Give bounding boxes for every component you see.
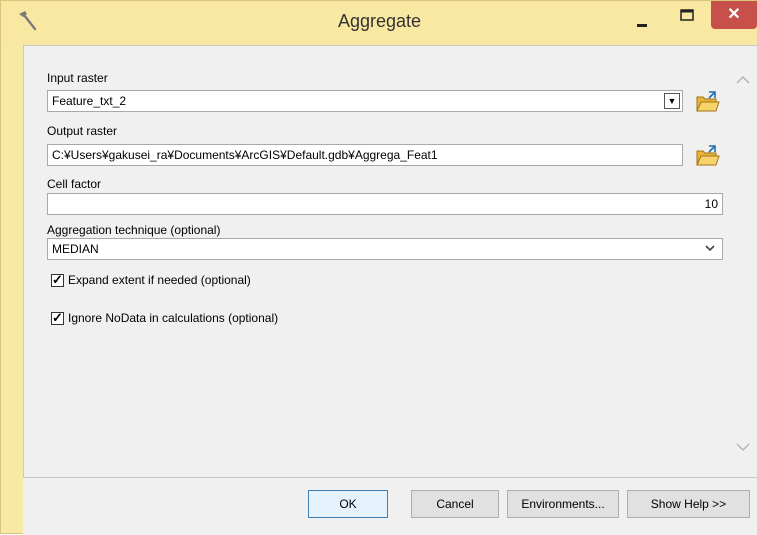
ok-button[interactable]: OK (308, 490, 388, 518)
cell-factor-value: 10 (704, 197, 718, 211)
close-button[interactable]: ✕ (711, 1, 757, 29)
environments-button[interactable]: Environments... (507, 490, 619, 518)
title-bar[interactable]: Aggregate ✕ (1, 1, 757, 45)
input-raster-browse-button[interactable] (694, 89, 720, 115)
expand-extent-checkbox[interactable]: ✓ (51, 272, 64, 287)
show-help-button[interactable]: Show Help >> (627, 490, 750, 518)
close-icon: ✕ (727, 6, 741, 23)
scroll-down-icon[interactable] (734, 440, 752, 454)
input-raster-combobox[interactable]: Feature_txt_2 ▼ (47, 90, 683, 112)
output-raster-input[interactable]: C:¥Users¥gakusei_ra¥Documents¥ArcGIS¥Def… (47, 144, 683, 166)
minimize-icon[interactable] (629, 11, 655, 31)
aggregation-technique-select[interactable]: MEDIAN (47, 238, 723, 260)
dropdown-arrow-icon[interactable]: ▼ (664, 93, 680, 109)
expand-extent-label: Expand extent if needed (optional) (68, 273, 251, 287)
output-raster-label: Output raster (47, 124, 118, 138)
output-raster-browse-button[interactable] (694, 143, 720, 169)
folder-open-icon (696, 91, 720, 112)
aggregation-technique-value: MEDIAN (52, 242, 99, 256)
aggregation-technique-label: Aggregation technique (optional) (47, 223, 221, 237)
folder-open-icon (696, 145, 720, 166)
cancel-button[interactable]: Cancel (411, 490, 499, 518)
ignore-nodata-label: Ignore NoData in calculations (optional) (68, 311, 279, 325)
input-raster-label: Input raster (47, 71, 108, 85)
ignore-nodata-checkbox[interactable]: ✓ (51, 310, 64, 325)
cell-factor-label: Cell factor (47, 177, 102, 191)
scroll-up-icon[interactable] (734, 73, 752, 87)
maximize-icon[interactable] (674, 5, 700, 29)
output-raster-value: C:¥Users¥gakusei_ra¥Documents¥ArcGIS¥Def… (52, 148, 438, 162)
cell-factor-input[interactable]: 10 (47, 193, 723, 215)
chevron-down-icon (705, 245, 715, 252)
aggregate-dialog: Aggregate ✕ Input raster Feature_txt_2 ▼… (0, 0, 757, 535)
input-raster-value: Feature_txt_2 (52, 94, 127, 108)
